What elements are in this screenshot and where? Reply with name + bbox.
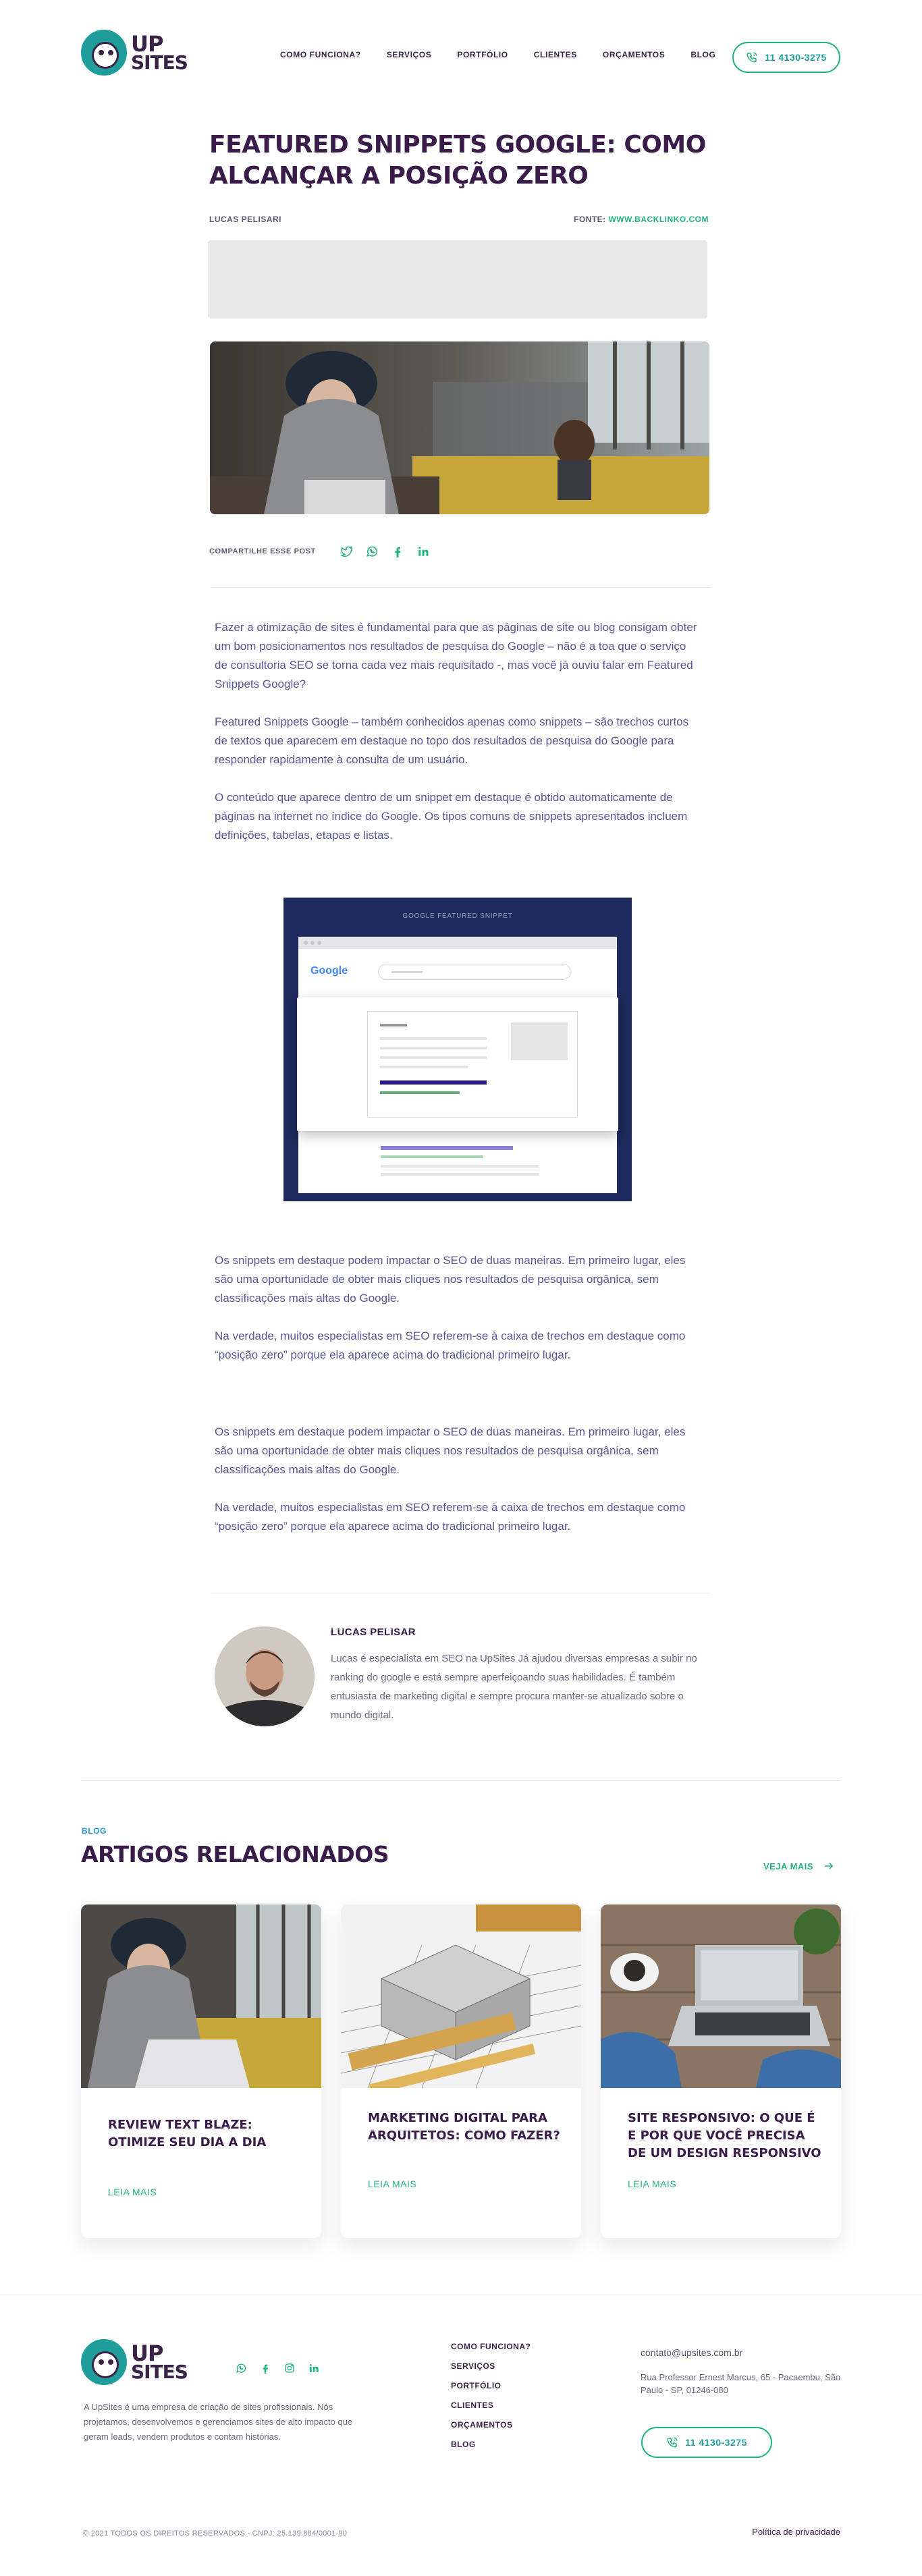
hero-image <box>210 341 709 514</box>
article-paragraph: Os snippets em destaque podem impactar o… <box>215 1425 686 1476</box>
card-title[interactable]: REVIEW TEXT BLAZE: OTIMIZE SEU DIA A DIA <box>108 2116 304 2152</box>
see-more-label: VEJA MAIS <box>763 1861 814 1871</box>
card-image <box>81 1904 321 2088</box>
nav-item-blog[interactable]: BLOG <box>690 50 715 59</box>
author-bio: Lucas é especialista em SEO na UpSites J… <box>331 1653 697 1721</box>
page: UP SITES COMO FUNCIONA? SERVIÇOS PORTFÓL… <box>0 0 922 2576</box>
article-title: FEATURED SNIPPETS GOOGLE: COMO ALCANÇAR … <box>209 131 706 190</box>
see-more-link[interactable]: VEJA MAIS <box>763 1860 835 1872</box>
copyright: © 2021 TODOS OS DIREITOS RESERVADOS - CN… <box>83 2529 348 2538</box>
read-more-link[interactable]: LEIA MAIS <box>628 2178 676 2189</box>
author-name: LUCAS PELISAR <box>331 1626 416 1638</box>
instagram-icon[interactable] <box>283 2362 296 2374</box>
phone-number: 11 4130-3275 <box>765 52 827 63</box>
author-avatar <box>215 1626 315 1726</box>
linkedin-icon[interactable] <box>308 2362 320 2374</box>
card-image <box>341 1904 581 2088</box>
logo-mascot-icon <box>81 2339 127 2385</box>
ad-placeholder <box>208 240 707 319</box>
article-paragraph: Na verdade, muitos especialistas em SEO … <box>215 1330 686 1361</box>
logo-text: UP SITES <box>131 2340 188 2383</box>
logo-text: UP SITES <box>131 31 188 74</box>
footer-nav-servicos[interactable]: SERVIÇOS <box>451 2361 531 2371</box>
footer-email[interactable]: contato@upsites.com.br <box>641 2347 742 2358</box>
footer-phone-button[interactable]: 11 4130-3275 <box>641 2427 772 2458</box>
nav-item-orcamentos[interactable]: ORÇAMENTOS <box>603 50 665 59</box>
footer-nav-blog[interactable]: BLOG <box>451 2440 531 2449</box>
article-paragraph: Os snippets em destaque podem impactar o… <box>215 1254 686 1305</box>
related-title: ARTIGOS RELACIONADOS <box>81 1841 389 1867</box>
footer-nav: COMO FUNCIONA? SERVIÇOS PORTFÓLIO CLIENT… <box>451 2342 531 2459</box>
footer-nav-como-funciona[interactable]: COMO FUNCIONA? <box>451 2342 531 2351</box>
article-paragraph: Na verdade, muitos especialistas em SEO … <box>215 1501 686 1533</box>
google-logo: Google <box>310 965 348 977</box>
article-paragraph: Fazer a otimização de sites é fundamenta… <box>215 621 697 690</box>
nav-item-servicos[interactable]: SERVIÇOS <box>387 50 432 59</box>
privacy-link[interactable]: Política de privacidade <box>752 2527 840 2537</box>
whatsapp-icon[interactable] <box>235 2362 247 2374</box>
facebook-icon[interactable] <box>390 544 405 559</box>
article-author: LUCAS PELISARI <box>209 215 282 224</box>
article-paragraph: O conteúdo que aparece dentro de um snip… <box>215 791 688 842</box>
card-title[interactable]: MARKETING DIGITAL PARA ARQUITETOS: COMO … <box>368 2110 564 2145</box>
phone-number: 11 4130-3275 <box>685 2437 747 2448</box>
card-image <box>601 1904 841 2088</box>
logo-mascot-icon <box>81 30 127 76</box>
phone-icon <box>667 2437 678 2448</box>
phone-icon <box>747 52 757 63</box>
share-bar: COMPARTILHE ESSE POST <box>209 544 441 559</box>
card-title[interactable]: SITE RESPONSIVO: O QUE É E POR QUE VOCÊ … <box>628 2110 823 2162</box>
linkedin-icon[interactable] <box>416 544 431 559</box>
facebook-icon[interactable] <box>259 2362 271 2374</box>
related-card[interactable]: REVIEW TEXT BLAZE: OTIMIZE SEU DIA A DIA… <box>81 1904 321 2238</box>
divider <box>81 1780 841 1781</box>
featured-snippet-illustration: GOOGLE FEATURED SNIPPET Google <box>283 898 632 1201</box>
footer-social <box>235 2362 320 2374</box>
figure-caption: GOOGLE FEATURED SNIPPET <box>402 912 513 920</box>
site-header: UP SITES COMO FUNCIONA? SERVIÇOS PORTFÓL… <box>0 0 922 115</box>
footer-nav-portfolio[interactable]: PORTFÓLIO <box>451 2381 531 2390</box>
read-more-link[interactable]: LEIA MAIS <box>108 2187 157 2197</box>
source-link[interactable]: WWW.BACKLINKO.COM <box>609 215 709 224</box>
main-nav: COMO FUNCIONA? SERVIÇOS PORTFÓLIO CLIENT… <box>280 50 741 59</box>
nav-item-como-funciona[interactable]: COMO FUNCIONA? <box>280 50 361 59</box>
section-tag: BLOG <box>82 1826 107 1836</box>
divider <box>211 587 710 588</box>
nav-item-portfolio[interactable]: PORTFÓLIO <box>457 50 508 59</box>
whatsapp-icon[interactable] <box>364 544 379 559</box>
footer-about: A UpSites é uma empresa de criação de si… <box>84 2402 353 2442</box>
logo[interactable]: UP SITES <box>81 30 188 76</box>
article-paragraph: Featured Snippets Google – também conhec… <box>215 715 689 766</box>
arrow-right-icon <box>825 1862 834 1870</box>
share-label: COMPARTILHE ESSE POST <box>209 547 316 555</box>
twitter-icon[interactable] <box>339 544 354 559</box>
nav-item-clientes[interactable]: CLIENTES <box>534 50 577 59</box>
footer-nav-orcamentos[interactable]: ORÇAMENTOS <box>451 2420 531 2430</box>
footer-nav-clientes[interactable]: CLIENTES <box>451 2401 531 2410</box>
related-card[interactable]: SITE RESPONSIVO: O QUE É E POR QUE VOCÊ … <box>601 1904 841 2238</box>
read-more-link[interactable]: LEIA MAIS <box>368 2178 416 2189</box>
footer-logo[interactable]: UP SITES <box>81 2339 188 2385</box>
phone-button[interactable]: 11 4130-3275 <box>732 42 840 73</box>
source-label: FONTE: <box>574 215 606 224</box>
article-source: FONTE: WWW.BACKLINKO.COM <box>574 215 709 224</box>
footer-address: Rua Professor Ernest Marcus, 65 - Pacaem… <box>641 2372 841 2395</box>
related-card[interactable]: MARKETING DIGITAL PARA ARQUITETOS: COMO … <box>341 1904 581 2238</box>
